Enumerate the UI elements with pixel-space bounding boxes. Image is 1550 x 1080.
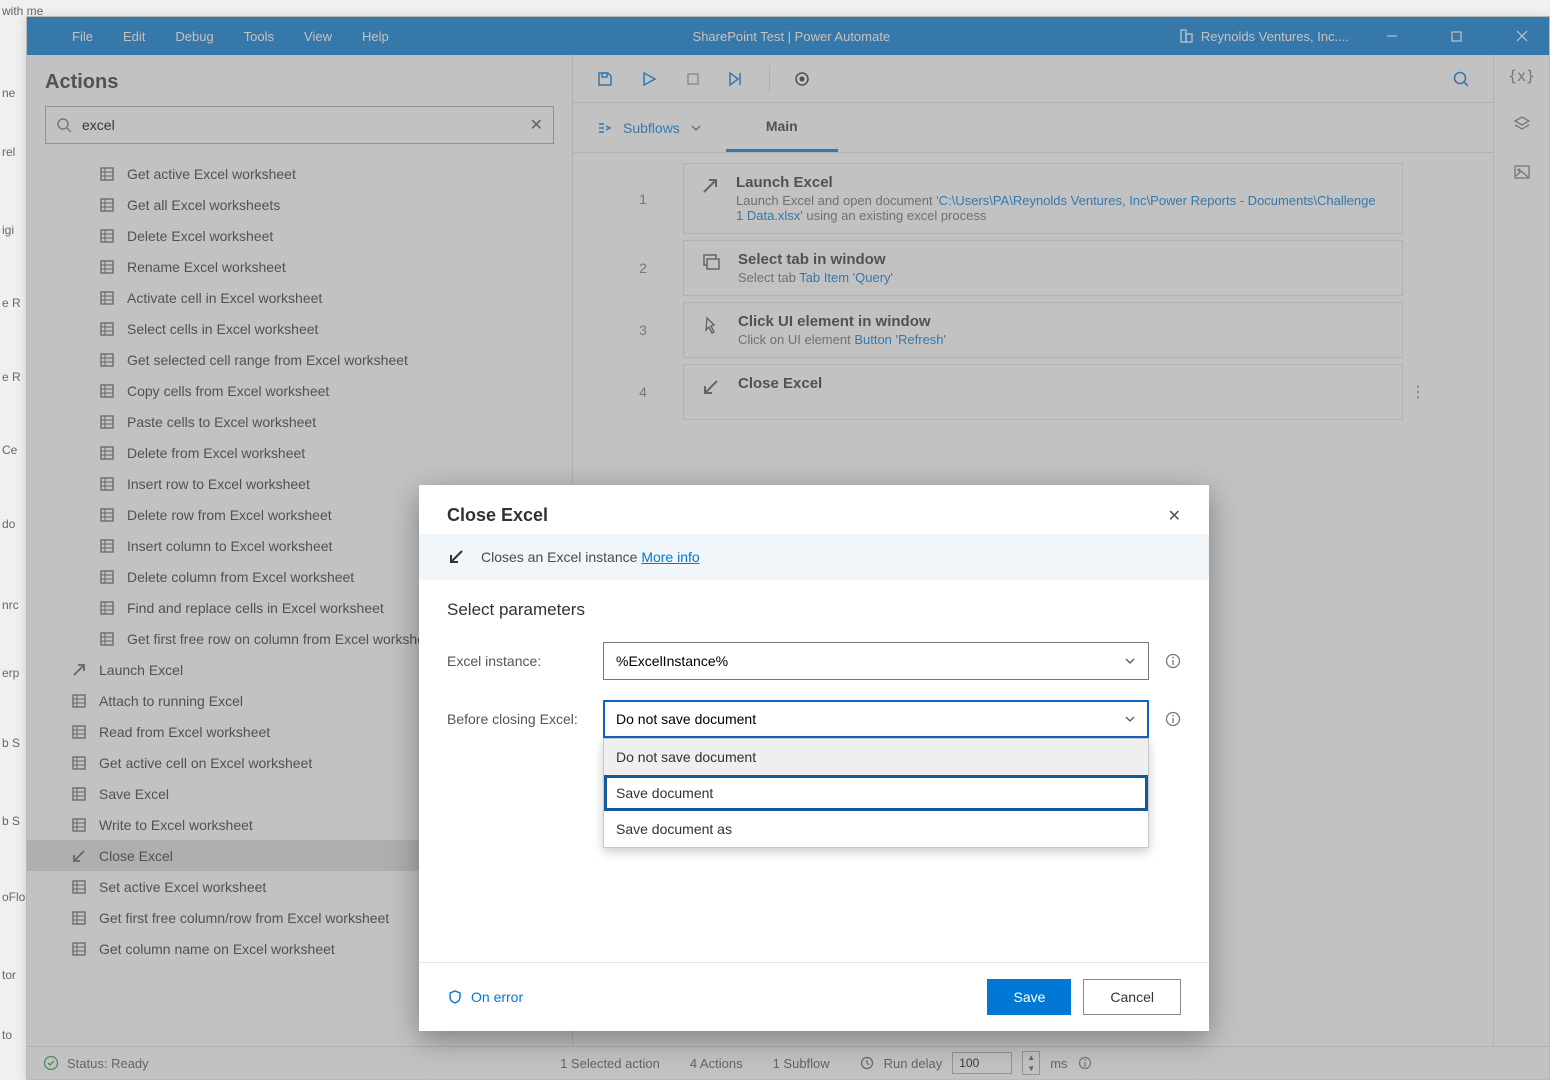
stray-text: rel [2,145,15,159]
arrow-down-left-icon [447,548,465,566]
info-button[interactable] [1165,653,1181,669]
on-error-label: On error [471,989,523,1005]
before-closing-value: Do not save document [616,711,756,727]
stray-text: ne [2,86,15,100]
stray-text: b S [2,814,20,828]
before-closing-select[interactable]: Do not save document [603,700,1149,738]
stray-text: e R [2,370,21,384]
dialog-title: Close Excel [447,505,548,526]
chevron-down-icon [1124,713,1136,725]
stray-text: do [2,517,15,531]
option-do-not-save[interactable]: Do not save document [604,739,1148,775]
option-save-document-as[interactable]: Save document as [604,811,1148,847]
stray-text: tor [2,968,16,982]
select-parameters-heading: Select parameters [447,600,1181,620]
more-info-link[interactable]: More info [641,549,699,565]
chevron-down-icon [1124,655,1136,667]
shield-icon [447,989,463,1005]
excel-instance-value: %ExcelInstance% [616,653,728,669]
app-window: File Edit Debug Tools View Help SharePoi… [26,16,1550,1080]
cancel-button[interactable]: Cancel [1083,979,1181,1015]
close-excel-dialog: Close Excel ✕ Closes an Excel instance M… [419,485,1209,1031]
dialog-description: Closes an Excel instance More info [419,534,1209,580]
option-save-document[interactable]: Save document [604,775,1148,811]
stray-text: oFlo [2,890,25,904]
stray-text: e R [2,296,21,310]
before-closing-label: Before closing Excel: [447,711,587,727]
excel-instance-select[interactable]: %ExcelInstance% [603,642,1149,680]
excel-instance-label: Excel instance: [447,653,587,669]
save-button[interactable]: Save [987,979,1071,1015]
dialog-info-text: Closes an Excel instance [481,549,637,565]
stray-text: igi [2,223,14,237]
stray-text: Ce [2,443,17,457]
stray-text: b S [2,736,20,750]
on-error-button[interactable]: On error [447,989,523,1005]
before-closing-dropdown: Do not save document Save document Save … [603,738,1149,848]
info-icon [1165,711,1181,727]
dialog-close-button[interactable]: ✕ [1168,506,1181,526]
stray-text: erp [2,666,19,680]
info-button[interactable] [1165,711,1181,727]
stray-text: to [2,1028,12,1042]
stray-text: nrc [2,598,19,612]
info-icon [1165,653,1181,669]
